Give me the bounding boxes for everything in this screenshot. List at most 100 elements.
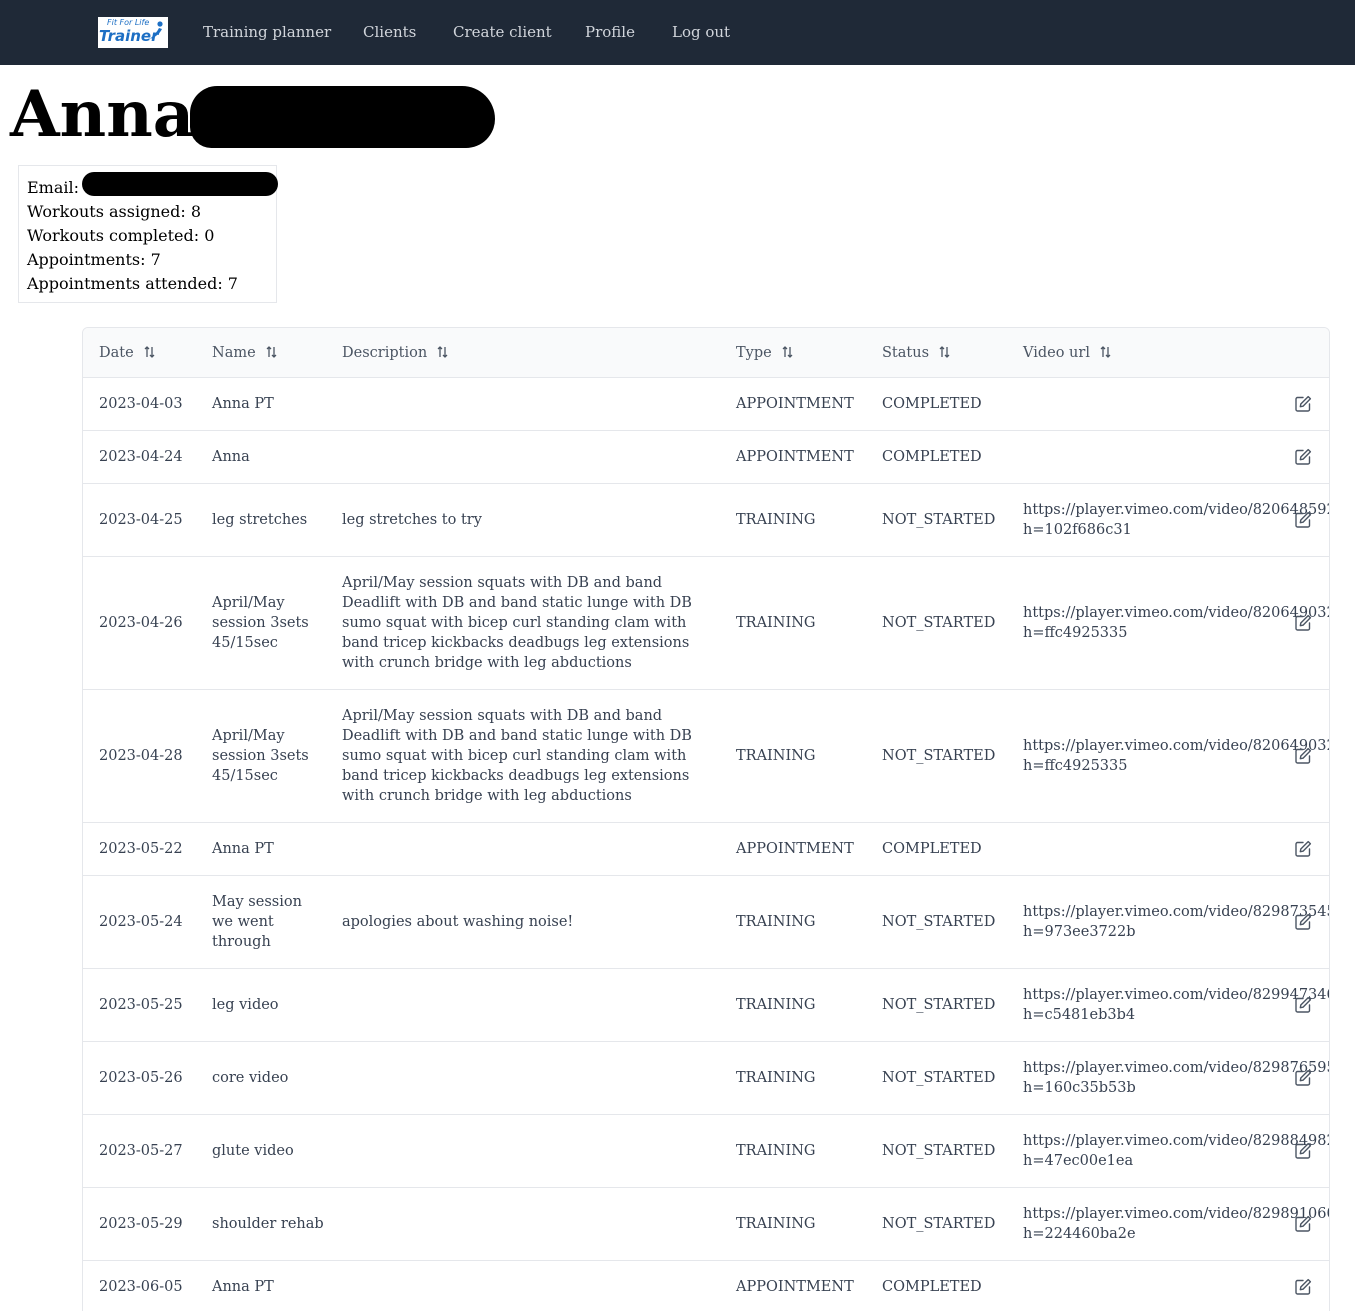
cell-type: TRAINING xyxy=(736,997,816,1013)
column-header-label: Status xyxy=(882,345,930,361)
cell-description xyxy=(342,823,712,875)
cell-name: Anna PT xyxy=(212,396,274,412)
column-header-label: Type xyxy=(736,345,772,361)
cell-status: COMPLETED xyxy=(882,396,982,412)
nav-create-client[interactable]: Create client xyxy=(453,23,552,42)
sort-icon xyxy=(782,346,793,358)
edit-icon[interactable] xyxy=(1293,912,1313,932)
cell-date: 2023-05-29 xyxy=(99,1216,183,1232)
cell-type: TRAINING xyxy=(736,914,816,930)
cell-video-url xyxy=(1023,1261,1263,1311)
cell-date: 2023-04-26 xyxy=(99,615,183,631)
edit-icon[interactable] xyxy=(1293,447,1313,467)
cell-name: glute video xyxy=(212,1143,294,1159)
redacted-email xyxy=(82,172,278,196)
cell-video-url xyxy=(1023,378,1263,430)
client-name-heading: Anna xyxy=(10,77,195,152)
table-row: 2023-05-25 leg video TRAINING NOT_STARTE… xyxy=(83,969,1329,1042)
sort-icon xyxy=(437,346,448,358)
cell-status: NOT_STARTED xyxy=(882,1216,996,1232)
cell-name: May session we went through xyxy=(212,894,302,950)
runner-icon xyxy=(150,21,163,39)
edit-icon[interactable] xyxy=(1293,839,1313,859)
cell-date: 2023-04-24 xyxy=(99,449,183,465)
nav-log-out[interactable]: Log out xyxy=(672,23,730,42)
table-row: 2023-05-29 shoulder rehab TRAINING NOT_S… xyxy=(83,1188,1329,1261)
cell-video-url: https://player.vimeo.com/video/829947346… xyxy=(1023,987,1330,1023)
appointments-attended: Appointments attended: 7 xyxy=(27,274,238,293)
sort-icon xyxy=(1100,346,1111,358)
cell-name: April/May session 3sets 45/15sec xyxy=(212,595,309,651)
cell-description xyxy=(342,431,712,483)
edit-icon[interactable] xyxy=(1293,995,1313,1015)
table-row: 2023-04-03 Anna PT APPOINTMENT COMPLETED xyxy=(83,378,1329,431)
column-header-type[interactable]: Type xyxy=(736,344,793,362)
workouts-table: Date Name Description Type Status Video … xyxy=(82,327,1330,1311)
cell-status: NOT_STARTED xyxy=(882,997,996,1013)
cell-video-url xyxy=(1023,431,1263,483)
cell-description xyxy=(342,1042,712,1114)
table-row: 2023-05-22 Anna PT APPOINTMENT COMPLETED xyxy=(83,823,1329,876)
cell-name: Anna xyxy=(212,449,250,465)
sort-icon xyxy=(266,346,277,358)
cell-video-url: https://player.vimeo.com/video/829891060… xyxy=(1023,1206,1330,1242)
column-header-status[interactable]: Status xyxy=(882,344,950,362)
cell-status: COMPLETED xyxy=(882,449,982,465)
cell-type: TRAINING xyxy=(736,1070,816,1086)
cell-status: NOT_STARTED xyxy=(882,1143,996,1159)
cell-name: leg video xyxy=(212,997,279,1013)
redacted-surname xyxy=(190,86,495,148)
cell-status: NOT_STARTED xyxy=(882,748,996,764)
nav-training-planner[interactable]: Training planner xyxy=(203,23,331,42)
cell-name: shoulder rehab xyxy=(212,1216,324,1232)
cell-description xyxy=(342,1261,712,1311)
cell-video-url: https://player.vimeo.com/video/829876595… xyxy=(1023,1060,1330,1096)
nav-profile[interactable]: Profile xyxy=(585,23,635,42)
top-navbar: Fit For Life Trainer Training planner Cl… xyxy=(0,0,1355,65)
cell-status: COMPLETED xyxy=(882,841,982,857)
cell-type: TRAINING xyxy=(736,615,816,631)
cell-type: APPOINTMENT xyxy=(736,1279,854,1295)
appointments-count: Appointments: 7 xyxy=(27,250,161,269)
cell-video-url: https://player.vimeo.com/video/829873545… xyxy=(1023,904,1330,940)
column-header-description[interactable]: Description xyxy=(342,344,448,362)
cell-type: TRAINING xyxy=(736,748,816,764)
column-header-name[interactable]: Name xyxy=(212,344,277,362)
cell-status: NOT_STARTED xyxy=(882,1070,996,1086)
cell-type: TRAINING xyxy=(736,1143,816,1159)
column-header-date[interactable]: Date xyxy=(99,344,155,362)
column-header-label: Date xyxy=(99,345,134,361)
sort-icon xyxy=(144,346,155,358)
cell-description: April/May session squats with DB and ban… xyxy=(342,575,692,671)
cell-video-url: https://player.vimeo.com/video/820649032… xyxy=(1023,605,1330,641)
cell-status: NOT_STARTED xyxy=(882,914,996,930)
edit-icon[interactable] xyxy=(1293,1068,1313,1088)
table-header: Date Name Description Type Status Video … xyxy=(83,328,1329,378)
cell-description xyxy=(342,378,712,430)
cell-date: 2023-04-03 xyxy=(99,396,183,412)
cell-description: apologies about washing noise! xyxy=(342,914,574,930)
cell-video-url xyxy=(1023,823,1263,875)
column-header-video-url[interactable]: Video url xyxy=(1023,344,1111,362)
cell-description: leg stretches to try xyxy=(342,512,482,528)
edit-icon[interactable] xyxy=(1293,613,1313,633)
cell-name: Anna PT xyxy=(212,841,274,857)
cell-date: 2023-04-28 xyxy=(99,748,183,764)
table-row: 2023-05-27 glute video TRAINING NOT_STAR… xyxy=(83,1115,1329,1188)
edit-icon[interactable] xyxy=(1293,1214,1313,1234)
table-row: 2023-04-28 April/May session 3sets 45/15… xyxy=(83,690,1329,823)
brand-logo[interactable]: Fit For Life Trainer xyxy=(98,17,168,48)
table-row: 2023-04-26 April/May session 3sets 45/15… xyxy=(83,557,1329,690)
edit-icon[interactable] xyxy=(1293,1141,1313,1161)
cell-date: 2023-05-22 xyxy=(99,841,183,857)
table-row: 2023-06-05 Anna PT APPOINTMENT COMPLETED xyxy=(83,1261,1329,1311)
table-row: 2023-05-24 May session we went through a… xyxy=(83,876,1329,969)
nav-clients[interactable]: Clients xyxy=(363,23,416,42)
edit-icon[interactable] xyxy=(1293,1277,1313,1297)
sort-icon xyxy=(939,346,950,358)
table-row: 2023-04-24 Anna APPOINTMENT COMPLETED xyxy=(83,431,1329,484)
column-header-label: Video url xyxy=(1023,345,1090,361)
edit-icon[interactable] xyxy=(1293,394,1313,414)
edit-icon[interactable] xyxy=(1293,510,1313,530)
edit-icon[interactable] xyxy=(1293,746,1313,766)
